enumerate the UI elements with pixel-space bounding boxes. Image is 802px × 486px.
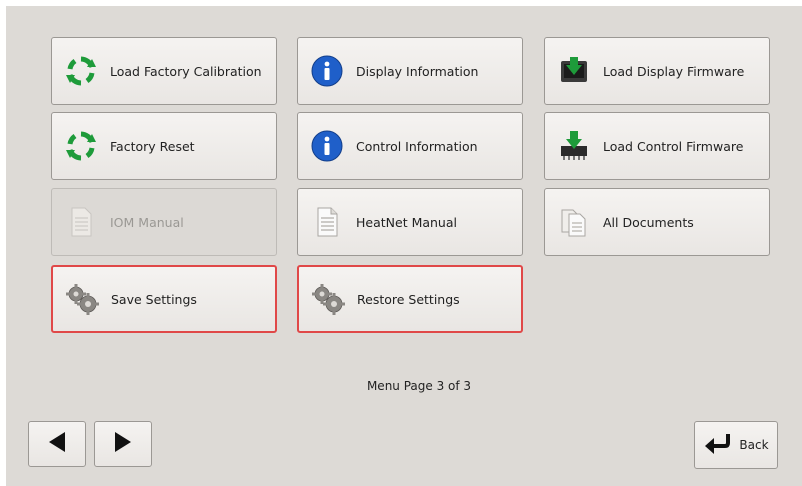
control-information-button[interactable]: Control Information bbox=[297, 112, 523, 180]
info-icon bbox=[310, 54, 344, 88]
load-factory-calibration-button[interactable]: Load Factory Calibration bbox=[51, 37, 277, 105]
refresh-icon bbox=[64, 54, 98, 88]
back-button[interactable]: Back bbox=[694, 421, 778, 469]
back-label: Back bbox=[739, 438, 769, 452]
load-control-firmware-button[interactable]: Load Control Firmware bbox=[544, 112, 770, 180]
load-control-firmware-label: Load Control Firmware bbox=[603, 138, 744, 154]
download-chip-icon bbox=[557, 129, 591, 163]
heatnet-manual-button[interactable]: HeatNet Manual bbox=[297, 188, 523, 256]
all-documents-label: All Documents bbox=[603, 214, 694, 230]
display-information-label: Display Information bbox=[356, 63, 479, 79]
restore-settings-button[interactable]: Restore Settings bbox=[297, 265, 523, 333]
previous-page-button[interactable] bbox=[28, 421, 86, 467]
save-settings-label: Save Settings bbox=[111, 291, 197, 307]
all-documents-button[interactable]: All Documents bbox=[544, 188, 770, 256]
load-factory-calibration-label: Load Factory Calibration bbox=[110, 63, 262, 79]
return-arrow-icon bbox=[703, 432, 731, 458]
iom-manual-button[interactable]: IOM Manual bbox=[51, 188, 277, 256]
load-display-firmware-button[interactable]: Load Display Firmware bbox=[544, 37, 770, 105]
load-display-firmware-label: Load Display Firmware bbox=[603, 63, 745, 79]
display-information-button[interactable]: Display Information bbox=[297, 37, 523, 105]
document-icon bbox=[64, 205, 98, 239]
restore-settings-label: Restore Settings bbox=[357, 291, 460, 307]
iom-manual-label: IOM Manual bbox=[110, 214, 184, 230]
refresh-icon bbox=[64, 129, 98, 163]
gears-icon bbox=[311, 282, 345, 316]
heatnet-manual-label: HeatNet Manual bbox=[356, 214, 457, 230]
download-monitor-icon bbox=[557, 54, 591, 88]
next-page-button[interactable] bbox=[94, 421, 152, 467]
menu-screen: Load Factory Calibration Display Informa… bbox=[6, 6, 802, 486]
info-icon bbox=[310, 129, 344, 163]
document-icon bbox=[310, 205, 344, 239]
control-information-label: Control Information bbox=[356, 138, 478, 154]
save-settings-button[interactable]: Save Settings bbox=[51, 265, 277, 333]
documents-icon bbox=[557, 205, 591, 239]
triangle-left-icon bbox=[47, 431, 67, 457]
factory-reset-button[interactable]: Factory Reset bbox=[51, 112, 277, 180]
gears-icon bbox=[65, 282, 99, 316]
page-indicator: Menu Page 3 of 3 bbox=[366, 379, 472, 393]
factory-reset-label: Factory Reset bbox=[110, 138, 195, 154]
triangle-right-icon bbox=[113, 431, 133, 457]
